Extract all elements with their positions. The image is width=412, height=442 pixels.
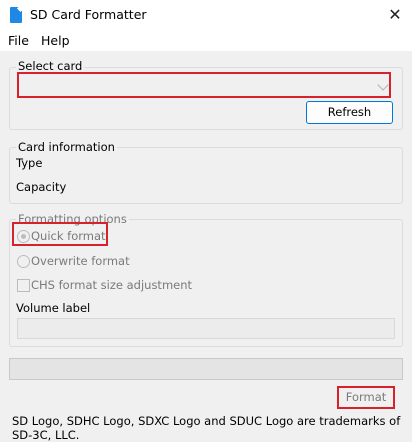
volume-label-input[interactable] — [17, 318, 395, 339]
progress-bar — [9, 358, 403, 380]
overwrite-format-label[interactable]: Overwrite format — [31, 254, 130, 268]
card-info-legend: Card information — [16, 140, 117, 154]
window-title: SD Card Formatter — [30, 7, 147, 22]
volume-label-caption: Volume label — [16, 301, 91, 315]
overwrite-format-radio[interactable] — [17, 255, 30, 268]
menu-file[interactable]: File — [8, 33, 29, 48]
quick-format-label[interactable]: Quick format — [31, 229, 106, 243]
select-card-legend: Select card — [16, 59, 85, 73]
chs-adjustment-label[interactable]: CHS format size adjustment — [31, 278, 192, 292]
format-button[interactable]: Format — [337, 386, 395, 409]
card-select-dropdown[interactable] — [17, 72, 391, 98]
menu-help[interactable]: Help — [41, 33, 70, 48]
type-label: Type — [16, 156, 43, 170]
chs-adjustment-checkbox[interactable] — [17, 279, 30, 292]
sd-card-icon — [10, 7, 22, 23]
refresh-button[interactable]: Refresh — [306, 101, 393, 124]
quick-format-radio[interactable] — [17, 230, 30, 243]
card-info-group — [9, 147, 403, 204]
trademark-footer: SD Logo, SDHC Logo, SDXC Logo and SDUC L… — [12, 414, 401, 442]
close-icon[interactable]: ✕ — [384, 5, 406, 25]
capacity-label: Capacity — [16, 180, 67, 194]
